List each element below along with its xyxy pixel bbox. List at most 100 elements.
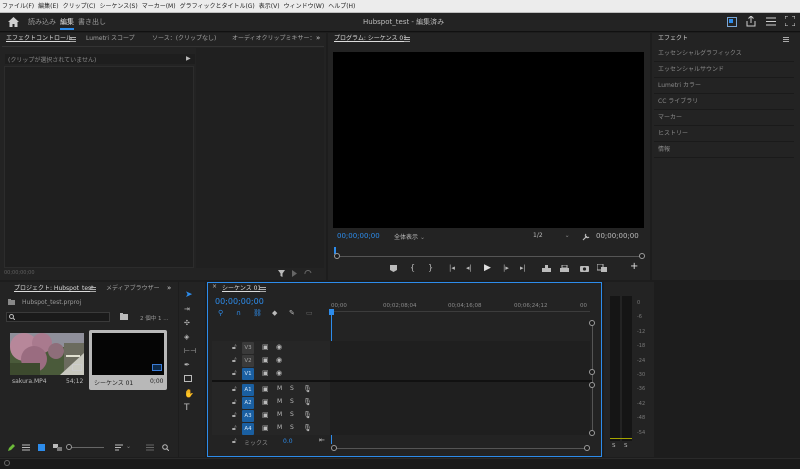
program-timecode-current[interactable]: 00;00;00;00 xyxy=(337,232,380,240)
effects-item-essential-sound[interactable]: エッセンシャルサウンド xyxy=(654,62,794,78)
lock-icon[interactable]: 🔓︎ xyxy=(232,385,237,394)
hscroll-handle-right[interactable] xyxy=(584,445,590,451)
sort-icons-icon[interactable] xyxy=(115,444,123,451)
vscroll-handle-audio[interactable] xyxy=(589,382,595,388)
sync-lock-icon[interactable]: ▣ xyxy=(262,411,269,419)
filter-icon[interactable] xyxy=(278,270,285,277)
workspace-tab-import[interactable]: 読み込み xyxy=(28,13,56,32)
expand-arrow-icon[interactable]: ▶ xyxy=(186,55,191,62)
menu-window[interactable]: ウィンドウ(W) xyxy=(282,0,327,13)
menu-help[interactable]: ヘルプ(H) xyxy=(326,0,357,13)
nest-toggle-icon[interactable]: ⚲ xyxy=(218,309,223,317)
quick-export-icon[interactable] xyxy=(727,17,737,27)
hscroll-handle-left[interactable] xyxy=(331,445,337,451)
menu-view[interactable]: 表示(V) xyxy=(257,0,282,13)
vscroll-handle-bottom[interactable] xyxy=(589,430,595,436)
sync-lock-icon[interactable]: ▣ xyxy=(262,343,269,351)
menu-edit[interactable]: 編集(E) xyxy=(36,0,60,13)
automate-to-sequence-icon[interactable] xyxy=(146,444,154,451)
solo-button[interactable]: S xyxy=(290,424,294,431)
menu-marker[interactable]: マーカー(M) xyxy=(140,0,178,13)
workspace-tab-export[interactable]: 書き出し xyxy=(78,13,106,32)
selection-tool-icon[interactable]: ➤ xyxy=(185,290,193,300)
go-to-out-icon[interactable]: ▸| xyxy=(520,264,526,272)
list-view-icon[interactable] xyxy=(22,444,30,451)
effects-item-history[interactable]: ヒストリー xyxy=(654,126,794,142)
track-a1-label[interactable]: A1 xyxy=(242,384,254,396)
track-select-tool-icon[interactable]: ⇥ xyxy=(184,305,190,313)
icon-view-icon[interactable] xyxy=(38,444,45,451)
comparison-view-icon[interactable] xyxy=(597,264,607,272)
eye-icon[interactable]: ◉ xyxy=(276,369,282,377)
export-frame-icon[interactable] xyxy=(580,265,589,272)
slip-tool-icon[interactable]: ⊢⊣ xyxy=(184,347,196,355)
solo-button[interactable]: S xyxy=(290,398,294,405)
vscroll-handle-mid[interactable] xyxy=(589,369,595,375)
more-panels-icon[interactable]: » xyxy=(167,284,171,292)
timeline-panel-menu-icon[interactable] xyxy=(260,287,266,292)
play-icon[interactable]: ▶ xyxy=(484,263,491,273)
home-icon[interactable] xyxy=(8,17,19,27)
program-panel-menu-icon[interactable] xyxy=(404,37,410,42)
tab-lumetri-scopes[interactable]: Lumetri スコープ xyxy=(86,33,135,45)
button-editor-plus-icon[interactable]: + xyxy=(630,261,638,272)
ripple-edit-tool-icon[interactable]: ✣ xyxy=(184,319,190,327)
scrubber-start-handle[interactable] xyxy=(334,253,340,259)
effects-item-cc-libraries[interactable]: CC ライブラリ xyxy=(654,94,794,110)
sync-lock-icon[interactable]: ▣ xyxy=(262,385,269,393)
sync-lock-icon[interactable]: ▣ xyxy=(262,356,269,364)
settings-wrench-icon[interactable] xyxy=(582,233,590,241)
microphone-icon[interactable]: 🎙︎ xyxy=(303,385,312,393)
step-forward-icon[interactable]: |▸ xyxy=(503,264,509,272)
go-to-end-icon[interactable]: ⇤ xyxy=(319,436,325,444)
menu-sequence[interactable]: シーケンス(S) xyxy=(98,0,140,13)
scrubber-end-handle[interactable] xyxy=(639,253,645,259)
program-video-frame[interactable] xyxy=(333,52,644,228)
menu-graphics[interactable]: グラフィックとタイトル(G) xyxy=(178,0,257,13)
find-icon[interactable] xyxy=(162,444,169,451)
rectangle-tool-icon[interactable] xyxy=(184,375,192,382)
add-marker-icon[interactable]: ◆ xyxy=(272,309,277,317)
thumbnail-zoom-slider[interactable] xyxy=(68,447,104,448)
lock-icon[interactable]: 🔓︎ xyxy=(232,398,237,407)
media-browser-tab[interactable]: メディアブラウザー xyxy=(106,283,160,295)
sync-lock-icon[interactable]: ▣ xyxy=(262,398,269,406)
eye-icon[interactable]: ◉ xyxy=(276,356,282,364)
effects-item-info[interactable]: 情報 xyxy=(654,142,794,158)
mark-out-icon[interactable]: } xyxy=(428,263,433,272)
tab-source[interactable]: ソース：(クリップなし) xyxy=(152,33,216,45)
program-scrubber[interactable] xyxy=(338,256,643,257)
freeform-view-icon[interactable] xyxy=(53,444,62,451)
lift-icon[interactable] xyxy=(542,265,551,272)
tab-effect-controls[interactable]: エフェクトコントロール xyxy=(6,33,72,45)
zoom-select[interactable]: 全体表示 ⌄ xyxy=(394,232,434,241)
snap-icon[interactable]: ∩ xyxy=(236,309,241,317)
menu-file[interactable]: ファイル(F) xyxy=(0,0,36,13)
captions-icon[interactable]: ▭ xyxy=(306,309,313,317)
close-icon[interactable]: × xyxy=(212,283,217,290)
solo-left-button[interactable]: S xyxy=(612,443,616,449)
lock-icon[interactable]: 🔓︎ xyxy=(232,424,237,433)
project-title-tab[interactable]: プロジェクト: Hubspot_test xyxy=(14,283,94,295)
track-v1-label[interactable]: V1 xyxy=(242,368,254,380)
timeline-vertical-scrollbar[interactable] xyxy=(592,322,593,434)
tab-audio-clip-mixer[interactable]: オーディオクリップミキサー： xyxy=(232,33,315,45)
microphone-icon[interactable]: 🎙︎ xyxy=(303,424,312,432)
step-back-icon[interactable]: ◂| xyxy=(466,264,472,272)
more-panels-icon[interactable]: » xyxy=(316,34,320,42)
track-v2-label[interactable]: V2 xyxy=(242,355,254,367)
play-only-icon[interactable] xyxy=(291,270,298,277)
type-tool-icon[interactable]: T xyxy=(184,403,190,413)
lock-icon[interactable]: 🔓︎ xyxy=(232,369,237,378)
pencil-icon[interactable] xyxy=(8,444,15,451)
hand-tool-icon[interactable]: ✋ xyxy=(184,389,194,398)
loop-icon[interactable] xyxy=(304,270,312,277)
mute-button[interactable]: M xyxy=(277,398,282,405)
chevron-down-icon[interactable]: ⌄ xyxy=(126,443,131,450)
mute-button[interactable]: M xyxy=(277,411,282,418)
menu-clip[interactable]: クリップ(C) xyxy=(61,0,98,13)
effects-item-markers[interactable]: マーカー xyxy=(654,110,794,126)
workspace-menu-icon[interactable] xyxy=(766,17,776,26)
thumbnail-zoom-handle[interactable] xyxy=(66,444,72,450)
effects-item-essential-graphics[interactable]: エッセンシャルグラフィックス xyxy=(654,46,794,62)
